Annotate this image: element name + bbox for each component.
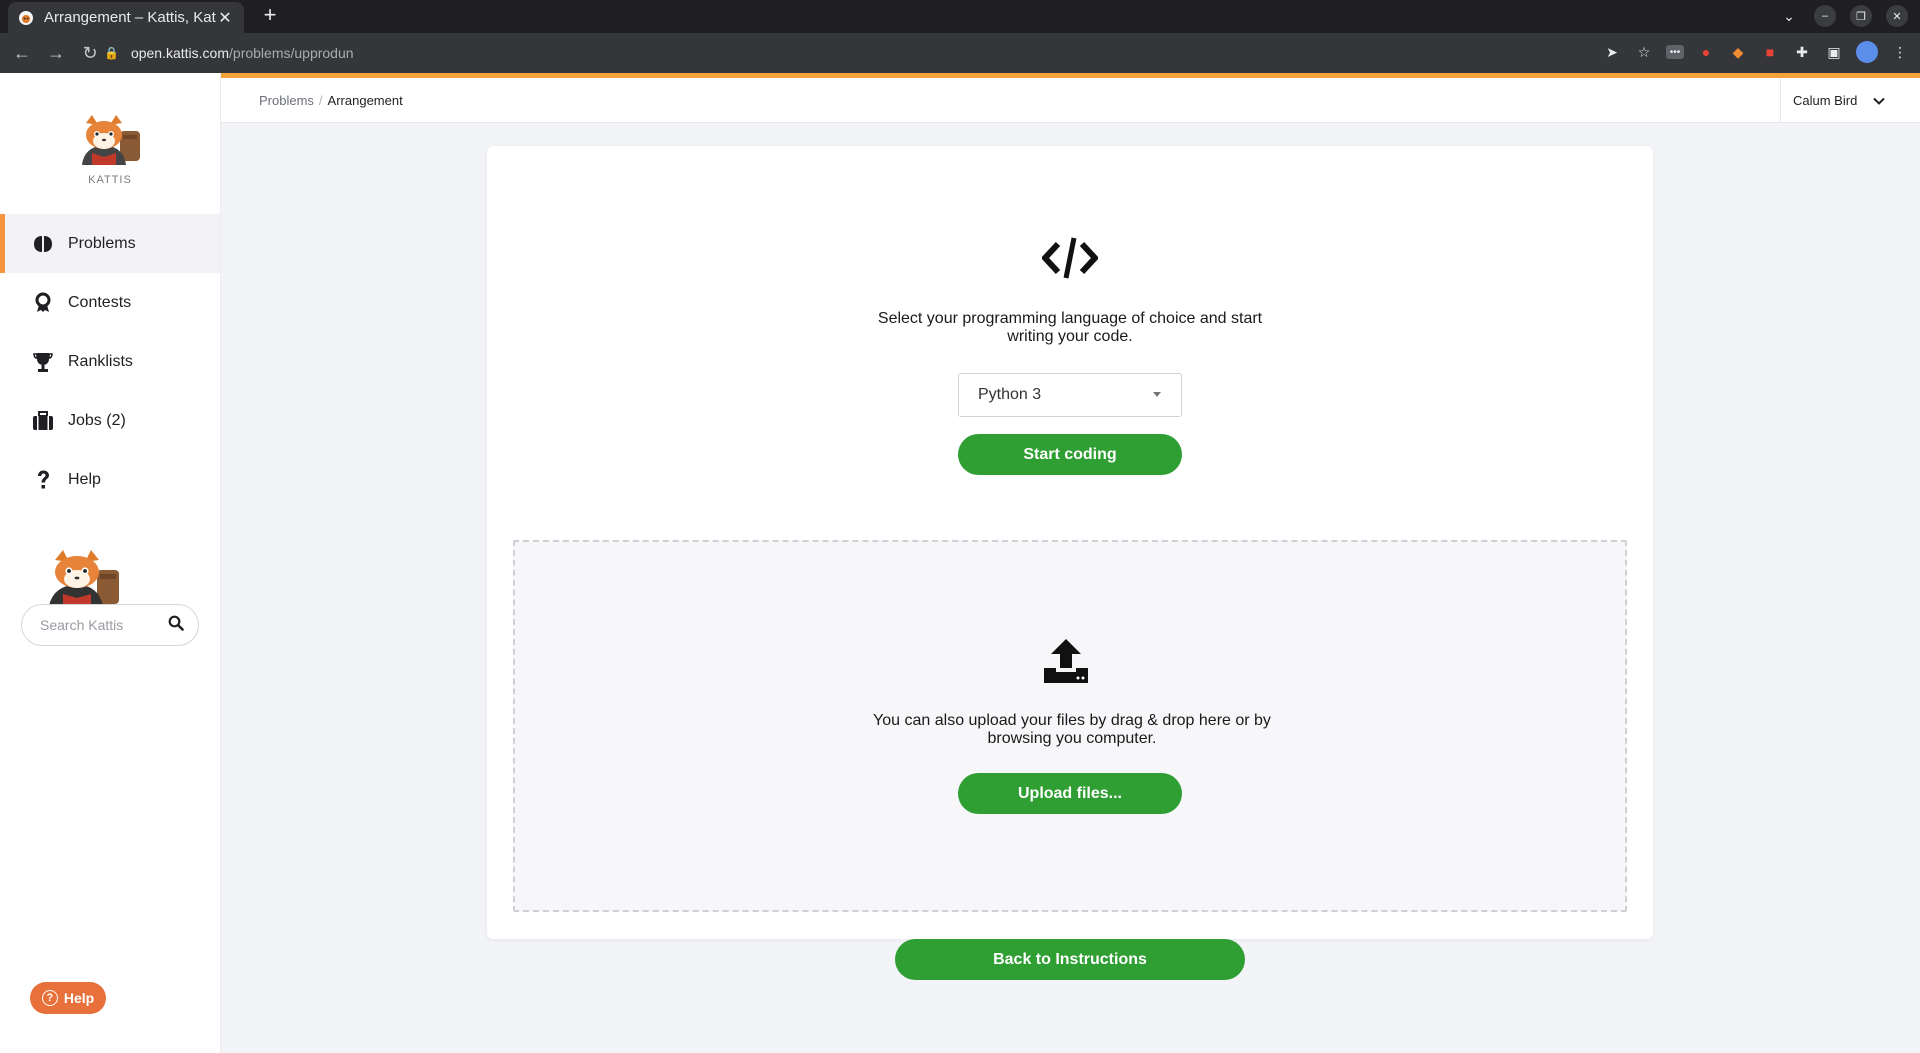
tab-close-icon[interactable]: ✕ <box>216 8 234 28</box>
help-button-label: Help <box>63 990 95 1006</box>
sidebar-item-jobs[interactable]: Jobs (2) <box>0 391 220 450</box>
chevron-down-icon <box>1873 94 1886 108</box>
url-host: open.kattis.com <box>130 45 230 61</box>
window-controls: ⌄ – ❐ ✕ <box>1778 5 1908 27</box>
sidebar-item-label: Contests <box>68 293 132 311</box>
profile-avatar[interactable] <box>1856 41 1878 63</box>
file-dropzone[interactable]: You can also upload your files by drag &… <box>513 540 1627 912</box>
lock-icon: 🔒 <box>104 46 119 60</box>
sidebar-nav: Problems Contests Ranklists Jobs (2) Hel… <box>0 214 220 509</box>
extensions-puzzle-icon[interactable]: ✚ <box>1792 42 1812 62</box>
language-selected-value: Python 3 <box>978 386 1042 403</box>
brain-icon <box>32 233 54 255</box>
extensions-area: ➤ ☆ ••• ● ◆ ■ ✚ ▣ ⋮ <box>1602 41 1910 63</box>
sidebar-item-problems[interactable]: Problems <box>0 214 220 273</box>
upload-prompt: You can also upload your files by drag &… <box>873 712 1271 747</box>
bookmark-star-icon[interactable]: ☆ <box>1634 42 1654 62</box>
side-panel-icon[interactable]: ▣ <box>1824 42 1844 62</box>
user-menu[interactable]: Calum Bird <box>1780 78 1920 123</box>
reload-icon[interactable]: ↻ <box>78 41 102 65</box>
trophy-icon <box>32 351 54 373</box>
language-prompt: Select your programming language of choi… <box>877 310 1263 345</box>
send-icon[interactable]: ➤ <box>1602 42 1622 62</box>
question-icon <box>32 469 54 491</box>
kattis-mascot-icon <box>82 115 140 165</box>
logo-text: KATTIS <box>88 174 132 186</box>
restore-icon[interactable]: ❐ <box>1850 5 1872 27</box>
sidebar-item-label: Jobs (2) <box>68 411 126 429</box>
search-kattis-box <box>21 604 199 646</box>
mascot-icon <box>49 550 119 606</box>
start-coding-button[interactable]: Start coding <box>958 434 1182 475</box>
breadcrumb-current: Arrangement <box>327 93 403 108</box>
page-header: Problems / Arrangement Calum Bird <box>221 78 1920 123</box>
kattis-favicon-icon <box>18 10 34 26</box>
sidebar-item-label: Help <box>68 470 101 488</box>
extension-dots-icon[interactable]: ••• <box>1666 45 1684 59</box>
sidebar-item-help[interactable]: Help <box>0 450 220 509</box>
tab-search-icon[interactable]: ⌄ <box>1778 8 1800 25</box>
new-tab-button[interactable]: + <box>258 4 282 28</box>
submission-card: Select your programming language of choi… <box>487 146 1653 939</box>
sidebar-item-label: Problems <box>68 234 136 252</box>
forward-arrow-icon[interactable]: → <box>44 41 68 65</box>
caret-down-icon <box>1153 392 1161 397</box>
breadcrumb-problems-link[interactable]: Problems <box>259 93 314 108</box>
back-to-instructions-button[interactable]: Back to Instructions <box>895 939 1245 980</box>
briefcase-icon <box>32 410 54 432</box>
sidebar: KATTIS Problems Contests Ranklists Jobs … <box>0 73 221 1053</box>
extension-book-icon[interactable]: ■ <box>1760 42 1780 62</box>
sidebar-item-contests[interactable]: Contests <box>0 273 220 332</box>
sidebar-item-ranklists[interactable]: Ranklists <box>0 332 220 391</box>
address-bar[interactable]: 🔒 open.kattis.com/problems/upprodun <box>104 38 1604 68</box>
browser-menu-icon[interactable]: ⋮ <box>1890 42 1910 62</box>
extension-red-icon[interactable]: ● <box>1696 42 1716 62</box>
kattis-logo[interactable]: KATTIS <box>70 113 150 186</box>
upload-files-button[interactable]: Upload files... <box>958 773 1182 814</box>
browser-toolbar: ← → ↻ 🔒 open.kattis.com/problems/upprodu… <box>0 33 1920 73</box>
breadcrumb: Problems / Arrangement <box>259 93 403 108</box>
browser-tab[interactable]: Arrangement – Kattis, Kat ✕ <box>8 2 244 33</box>
user-name: Calum Bird <box>1793 93 1858 108</box>
browser-tab-bar: Arrangement – Kattis, Kat ✕ + ⌄ – ❐ ✕ <box>0 0 1920 33</box>
search-input[interactable] <box>40 617 168 633</box>
breadcrumb-separator: / <box>318 93 323 108</box>
language-select[interactable]: Python 3 <box>958 373 1182 417</box>
extension-fox-icon[interactable]: ◆ <box>1728 42 1748 62</box>
search-icon[interactable] <box>168 615 184 636</box>
kattis-mascot-image <box>43 548 129 611</box>
code-icon <box>1040 236 1100 285</box>
url-path: /problems/upprodun <box>229 45 354 61</box>
minimize-icon[interactable]: – <box>1814 5 1836 27</box>
back-arrow-icon[interactable]: ← <box>10 41 34 65</box>
upload-icon <box>1043 638 1089 689</box>
sidebar-item-label: Ranklists <box>68 352 133 370</box>
tab-title: Arrangement – Kattis, Kat <box>44 9 216 26</box>
help-circle-icon: ? <box>41 990 58 1006</box>
award-icon <box>32 292 54 314</box>
close-window-icon[interactable]: ✕ <box>1886 5 1908 27</box>
help-floating-button[interactable]: ? Help <box>30 982 106 1014</box>
